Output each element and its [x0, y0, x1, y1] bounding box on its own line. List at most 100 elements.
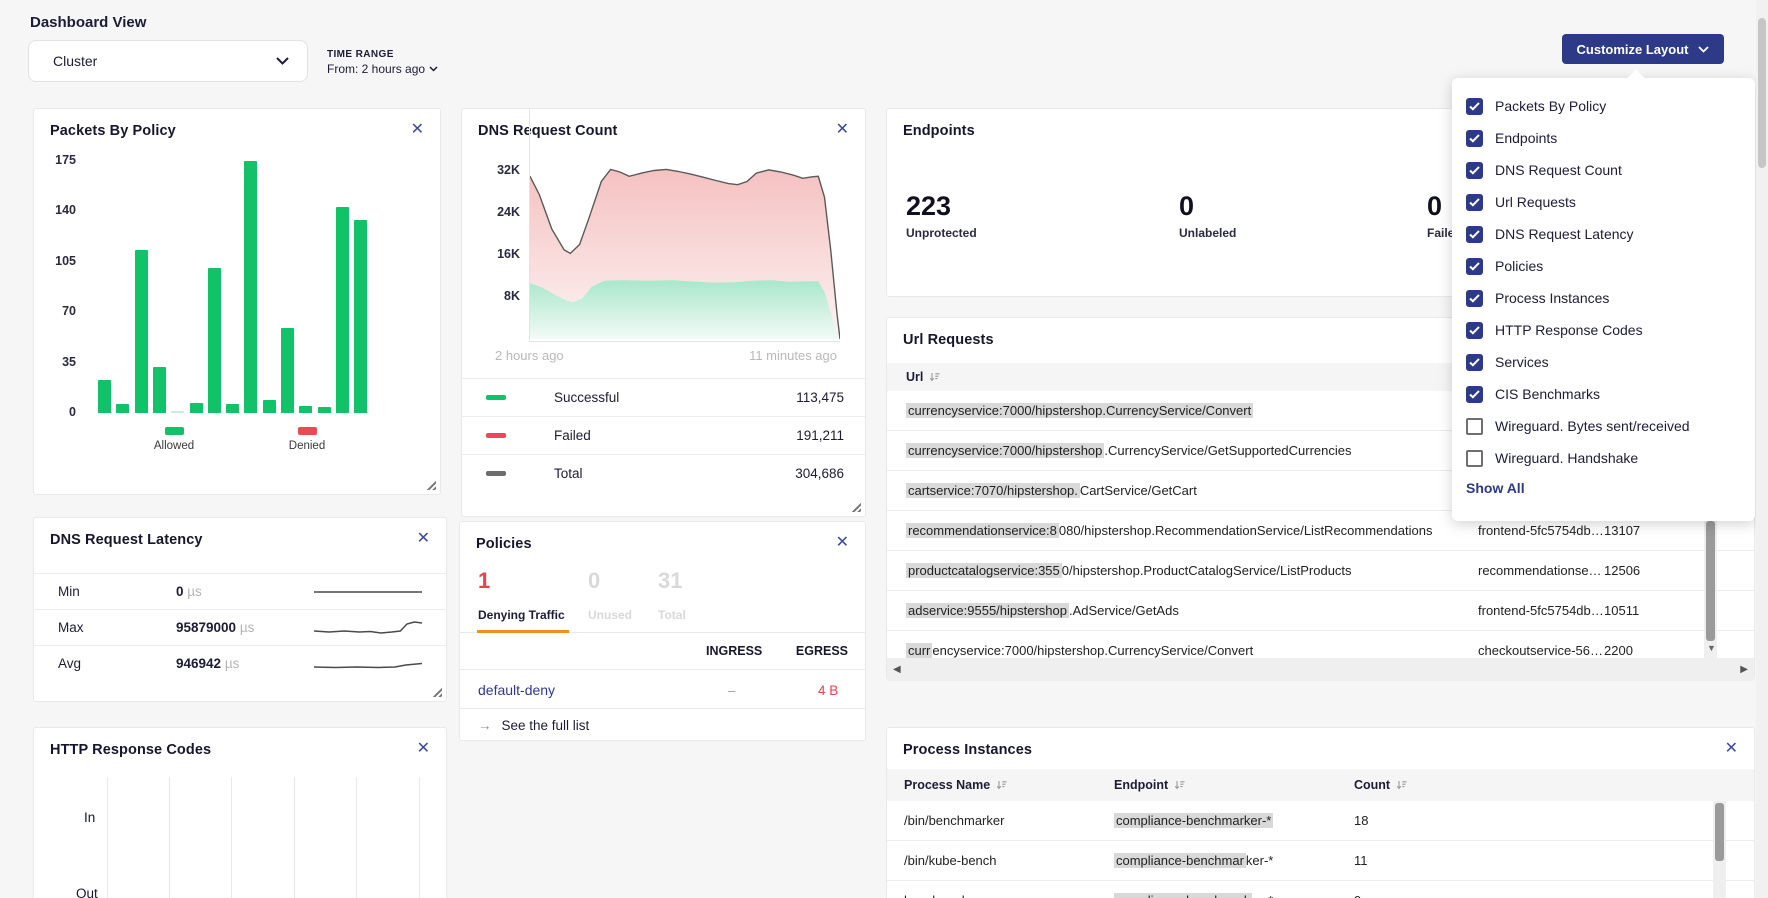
url-column-header[interactable]: Url — [887, 370, 1478, 384]
count-column-header[interactable]: Count — [1354, 778, 1754, 792]
time-range: TIME RANGE From: 2 hours ago — [327, 49, 438, 76]
url-rest: CartService/GetCart — [1080, 483, 1197, 498]
gridline — [294, 777, 295, 898]
dns-legend: Successful113,475Failed191,211Total304,6… — [462, 378, 865, 492]
tab-denying-traffic[interactable]: 1 Denying Traffic — [478, 570, 565, 622]
scroll-down-arrow-icon[interactable]: ▼ — [1707, 643, 1716, 653]
tab-unused[interactable]: 0 Unused — [588, 570, 632, 622]
url-cell: cartservice:7070/hipstershop.CartService… — [887, 483, 1478, 498]
menu-item-label: Policies — [1495, 258, 1543, 274]
highlighted-text: cartservice:7070/hipstershop. — [906, 483, 1080, 498]
scrollbar-thumb[interactable] — [1758, 18, 1766, 168]
checked-checkbox[interactable] — [1466, 290, 1483, 307]
menu-item-label: Url Requests — [1495, 194, 1576, 210]
page-scrollbar[interactable] — [1756, 0, 1768, 898]
x-axis-label-start: 2 hours ago — [495, 348, 564, 363]
process-name-cell: /bin/kube-bench — [887, 853, 1114, 868]
checked-checkbox[interactable] — [1466, 354, 1483, 371]
egress-column-header: EGRESS — [790, 644, 848, 658]
sort-icon — [929, 372, 940, 382]
close-icon[interactable]: ✕ — [834, 532, 851, 552]
highlighted-text: compliance-benchmar — [1114, 853, 1246, 868]
scroll-right-arrow-icon[interactable]: ▶ — [1740, 664, 1748, 675]
menu-item-process-instances[interactable]: Process Instances — [1466, 282, 1755, 314]
resize-grip[interactable] — [850, 501, 861, 512]
legend-swatch — [165, 427, 184, 435]
unchecked-checkbox[interactable] — [1466, 418, 1483, 435]
legend-label: Failed — [554, 428, 796, 443]
gridline — [231, 777, 232, 898]
y-axis-tick: 105 — [46, 254, 76, 268]
dns-area-plot — [529, 109, 840, 342]
bar — [171, 411, 184, 413]
sort-icon — [1174, 780, 1185, 790]
dns-area-chart: 32K24K16K8K2 hours ago11 minutes ago — [462, 109, 865, 334]
latency-value: 946942 µs — [176, 656, 314, 671]
checked-checkbox[interactable] — [1466, 162, 1483, 179]
latency-unit: µs — [225, 656, 240, 671]
x-axis-label-end: 11 minutes ago — [749, 348, 837, 363]
view-scope-select[interactable]: Cluster — [28, 40, 308, 82]
http-response-codes-card: HTTP Response Codes ✕ InOut — [33, 727, 447, 898]
scrollbar-thumb[interactable] — [1715, 803, 1724, 861]
menu-item-packets-by-policy[interactable]: Packets By Policy — [1466, 90, 1755, 122]
row-label-out: Out — [76, 886, 98, 898]
checked-checkbox[interactable] — [1466, 386, 1483, 403]
unchecked-checkbox[interactable] — [1466, 450, 1483, 467]
resize-grip[interactable] — [425, 479, 436, 490]
policy-link[interactable]: default-deny — [478, 682, 555, 698]
process-instances-card: Process Instances ✕ Process Name Endpoin… — [886, 727, 1755, 898]
menu-item-wireguard-handshake[interactable]: Wireguard. Handshake — [1466, 442, 1755, 474]
checked-checkbox[interactable] — [1466, 258, 1483, 275]
arrow-right-icon: → — [478, 718, 492, 733]
checked-checkbox[interactable] — [1466, 194, 1483, 211]
url-cell: productcatalogservice:3550/hipstershop.P… — [887, 563, 1478, 578]
stat-label: Unprotected — [906, 226, 977, 240]
url-rest: encyservice:7000/hipstershop.CurrencySer… — [932, 643, 1253, 658]
dns-request-latency-card: DNS Request Latency ✕ Min0 µsMax95879000… — [33, 517, 447, 702]
checked-checkbox[interactable] — [1466, 226, 1483, 243]
tab-total[interactable]: 31 Total — [658, 570, 686, 622]
http-codes-chart: InOut — [34, 728, 446, 898]
checked-checkbox[interactable] — [1466, 130, 1483, 147]
customize-layout-button[interactable]: Customize Layout — [1562, 34, 1724, 64]
scroll-left-arrow-icon[interactable]: ◀ — [893, 664, 901, 675]
menu-item-policies[interactable]: Policies — [1466, 250, 1755, 282]
see-full-list-link[interactable]: → See the full list — [478, 718, 589, 733]
menu-item-dns-request-latency[interactable]: DNS Request Latency — [1466, 218, 1755, 250]
sort-icon — [996, 780, 1007, 790]
chevron-down-icon — [429, 66, 438, 72]
menu-item-http-response-codes[interactable]: HTTP Response Codes — [1466, 314, 1755, 346]
menu-item-dns-request-count[interactable]: DNS Request Count — [1466, 154, 1755, 186]
url-cell: recommendationservice:8080/hipstershop.R… — [887, 523, 1478, 538]
packets-by-policy-card: Packets By Policy ✕ 17514010570350Allowe… — [33, 108, 441, 495]
policy-ingress-value: – — [728, 683, 735, 698]
y-axis-tick: 140 — [46, 203, 76, 217]
close-icon[interactable]: ✕ — [415, 528, 432, 548]
bar — [208, 268, 221, 413]
menu-item-services[interactable]: Services — [1466, 346, 1755, 378]
count-cell: 2200 — [1604, 643, 1754, 658]
bar — [336, 207, 349, 413]
menu-item-label: Wireguard. Bytes sent/received — [1495, 418, 1690, 434]
close-icon[interactable]: ✕ — [1723, 738, 1740, 758]
card-title: Policies — [476, 536, 532, 552]
show-all-link[interactable]: Show All — [1466, 480, 1525, 496]
latency-value: 0 µs — [176, 584, 314, 599]
menu-item-wireguard-bytes-sent-received[interactable]: Wireguard. Bytes sent/received — [1466, 410, 1755, 442]
menu-item-endpoints[interactable]: Endpoints — [1466, 122, 1755, 154]
menu-item-cis-benchmarks[interactable]: CIS Benchmarks — [1466, 378, 1755, 410]
vertical-scrollbar[interactable] — [1713, 801, 1726, 898]
resize-grip[interactable] — [431, 686, 442, 697]
process-name-column-header[interactable]: Process Name — [887, 778, 1114, 792]
checked-checkbox[interactable] — [1466, 322, 1483, 339]
horizontal-scrollbar[interactable]: ◀ ▶ — [887, 658, 1754, 681]
menu-item-url-requests[interactable]: Url Requests — [1466, 186, 1755, 218]
checked-checkbox[interactable] — [1466, 98, 1483, 115]
legend-swatch — [486, 395, 506, 400]
scrollbar-thumb[interactable] — [1706, 521, 1715, 641]
time-range-value[interactable]: From: 2 hours ago — [327, 62, 438, 76]
endpoint-column-header[interactable]: Endpoint — [1114, 778, 1354, 792]
legend-row-successful: Successful113,475 — [462, 378, 865, 416]
url-rest: .CurrencyService/GetSupportedCurrencies — [1104, 443, 1351, 458]
